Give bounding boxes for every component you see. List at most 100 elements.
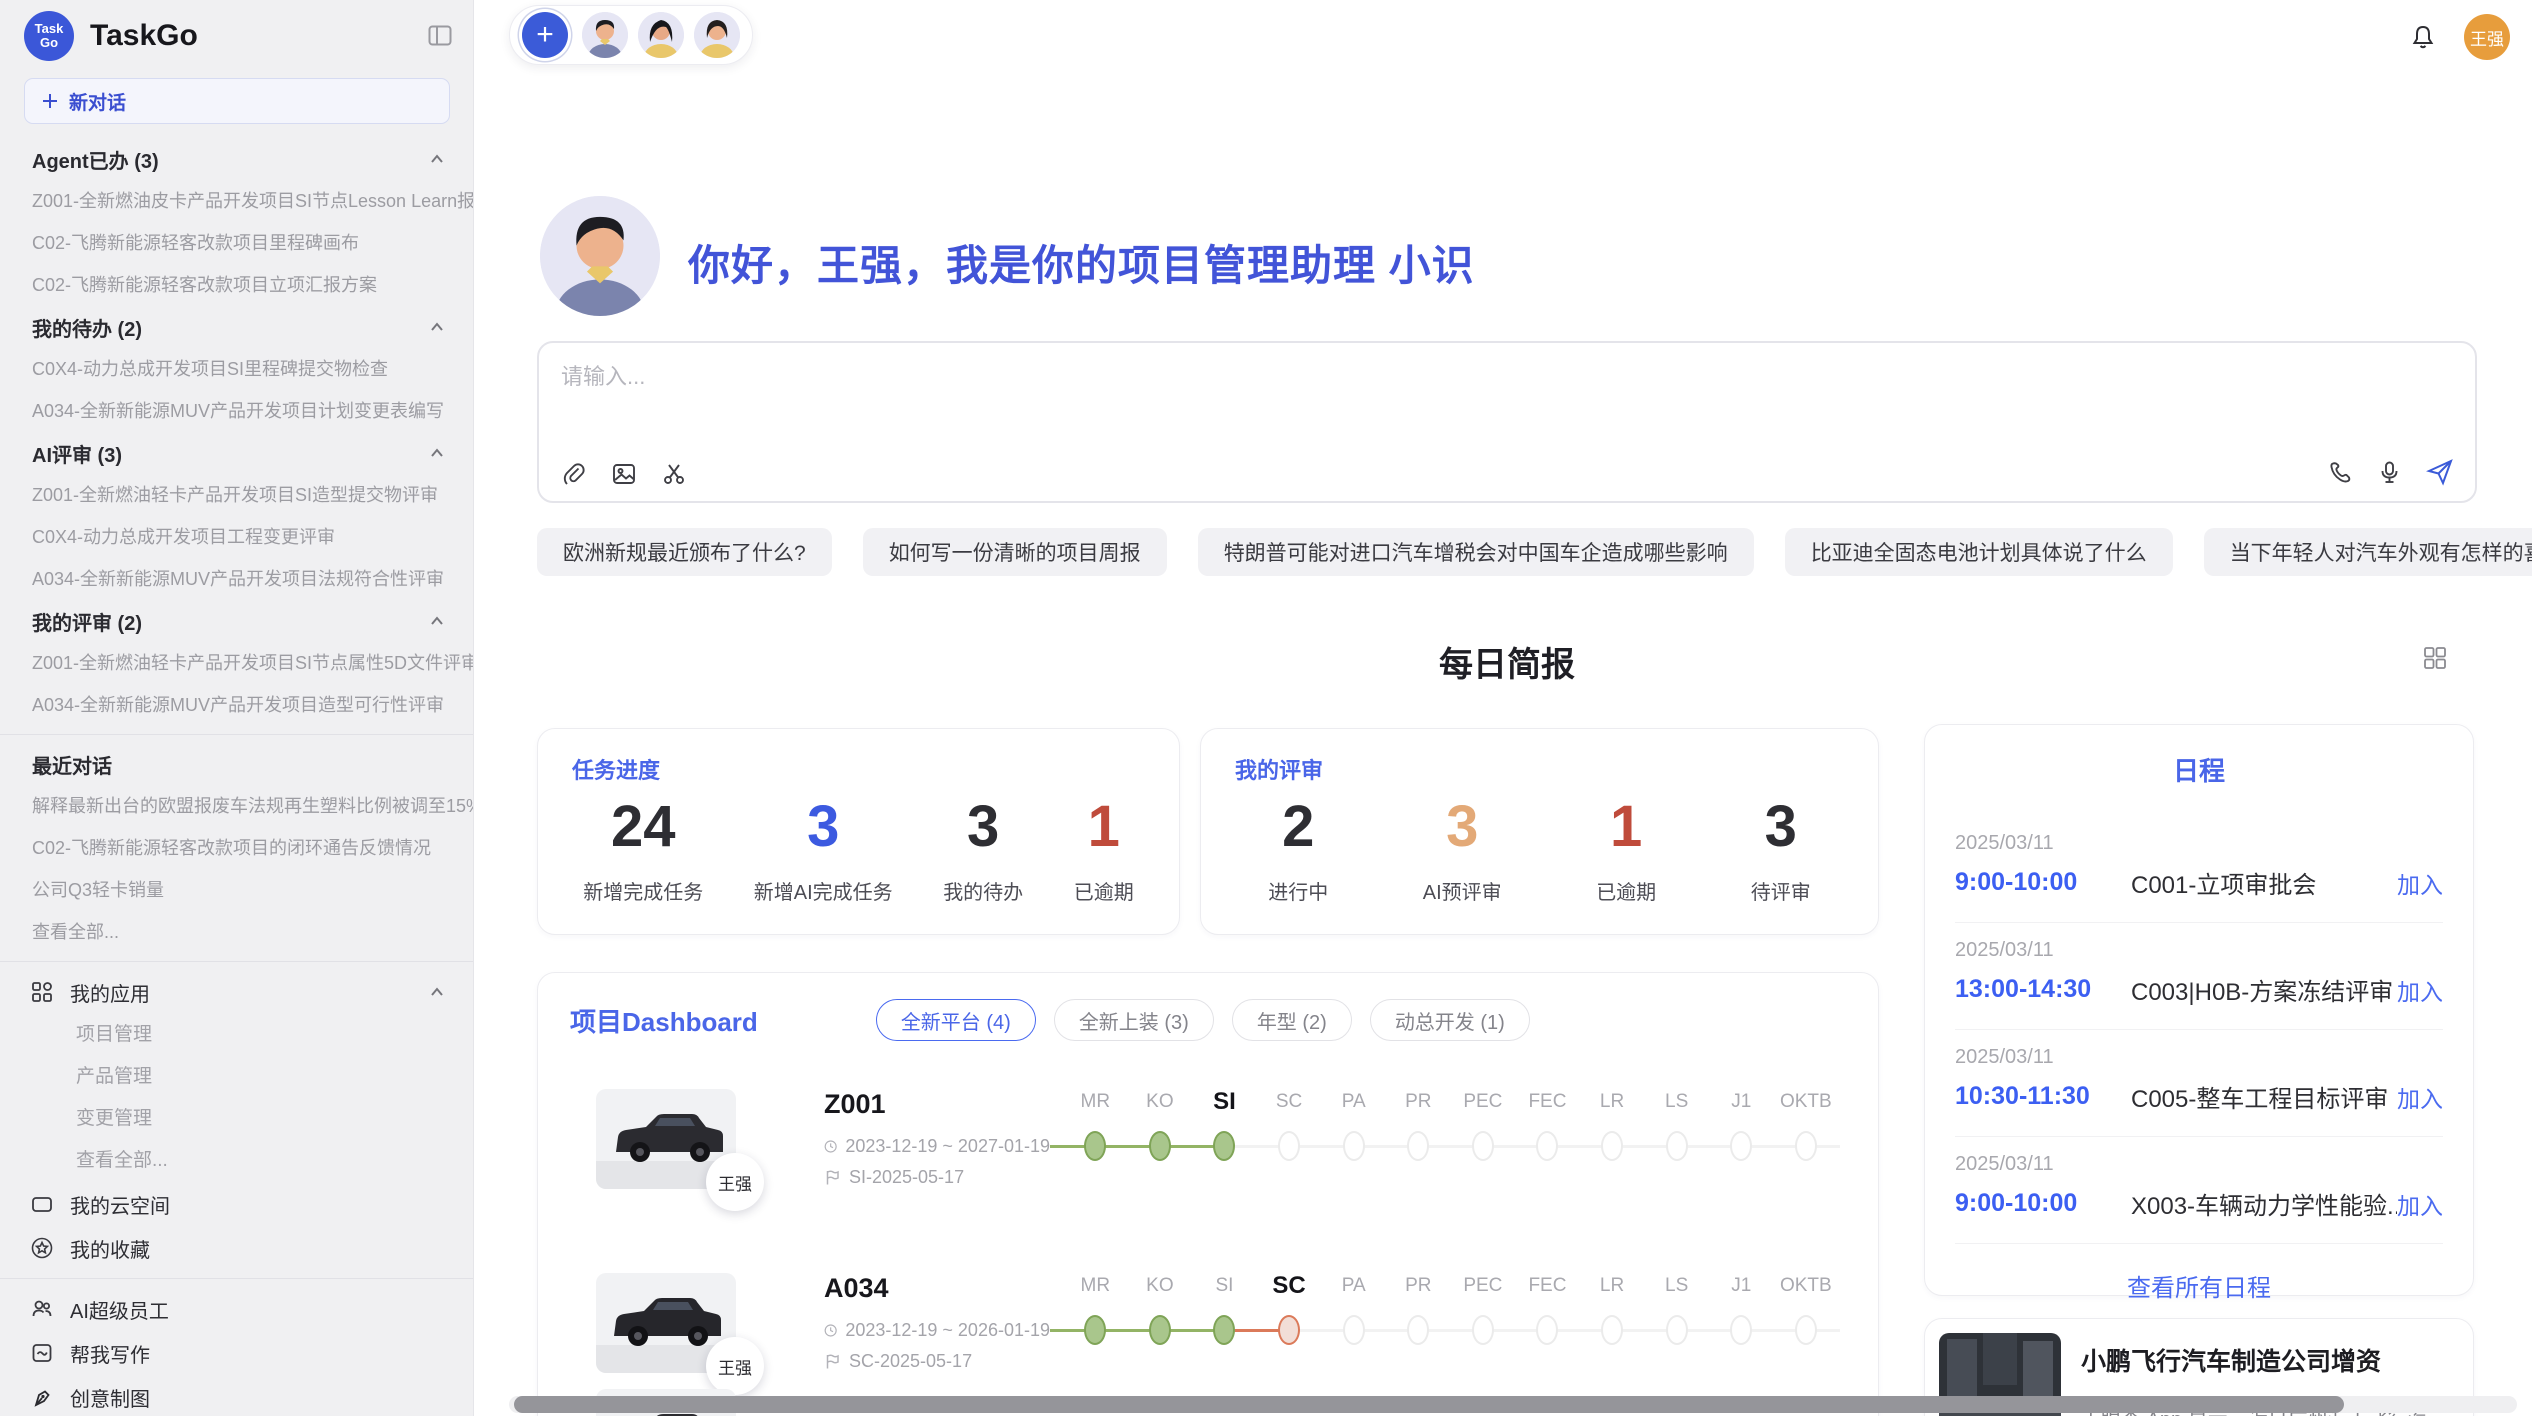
avatar[interactable]: [638, 12, 684, 58]
sidebar-item-creative-drawing[interactable]: 创意制图: [0, 1375, 473, 1416]
event-time: 10:30-11:30: [1955, 1082, 2131, 1111]
milestone-fec: FEC: [1515, 1273, 1580, 1383]
milestone-pec: PEC: [1451, 1273, 1516, 1383]
chat-input[interactable]: [561, 359, 2261, 439]
milestone-fec: FEC: [1515, 1089, 1580, 1199]
recent-chat-item[interactable]: 解释最新出台的欧盟报废车法规再生塑料比例被调至15%...: [0, 785, 473, 827]
new-chat-button[interactable]: 新对话: [24, 78, 450, 124]
writing-icon: [30, 1341, 54, 1365]
creative-drawing-label: 创意制图: [70, 1383, 447, 1412]
stat-value: 1: [1074, 793, 1134, 860]
suggestion-chip[interactable]: 欧洲新规最近颁布了什么?: [537, 528, 832, 576]
filter-new-platform[interactable]: 全新平台 (4): [876, 999, 1036, 1041]
scrollbar-thumb[interactable]: [514, 1396, 2344, 1413]
sidebar-task-item[interactable]: Z001-全新燃油皮卡产品开发项目SI节点Lesson Learn报告: [0, 180, 473, 222]
horizontal-scrollbar[interactable]: [509, 1396, 2517, 1413]
filter-new-body[interactable]: 全新上装 (3): [1054, 999, 1214, 1041]
section-my-review[interactable]: 我的评审 (2): [0, 600, 473, 642]
project-image: 王强: [596, 1089, 736, 1189]
microphone-icon[interactable]: [2376, 459, 2403, 486]
filter-powertrain[interactable]: 动总开发 (1): [1370, 999, 1530, 1041]
milestone-oktb: OKTB: [1774, 1089, 1839, 1199]
app-item-project-mgmt[interactable]: 项目管理: [0, 1014, 473, 1056]
people-icon: [30, 1297, 54, 1321]
flag-icon: [824, 1169, 841, 1186]
scissors-icon[interactable]: [661, 461, 687, 487]
dashboard-filters: 全新平台 (4) 全新上装 (3) 年型 (2) 动总开发 (1): [876, 999, 1530, 1041]
voice-call-icon[interactable]: [2327, 459, 2354, 486]
app-item-change-mgmt[interactable]: 变更管理: [0, 1098, 473, 1140]
chat-send-tools: [2327, 457, 2455, 487]
greeting-text: 你好，王强，我是你的项目管理助理 小识: [688, 232, 1475, 293]
recent-chat-view-all[interactable]: 查看全部...: [0, 911, 473, 953]
logo-text-bottom: Go: [40, 36, 58, 50]
send-icon[interactable]: [2425, 457, 2455, 487]
suggestion-chip[interactable]: 当下年轻人对汽车外观有怎样的喜好趋势: [2204, 528, 2532, 576]
sidebar-task-item[interactable]: A034-全新新能源MUV产品开发项目造型可行性评审: [0, 684, 473, 726]
sidebar-task-item[interactable]: Z001-全新燃油轻卡产品开发项目SI节点属性5D文件评审: [0, 642, 473, 684]
sidebar-task-item[interactable]: C0X4-动力总成开发项目工程变更评审: [0, 516, 473, 558]
sidebar-item-help-me-write[interactable]: 帮我写作: [0, 1331, 473, 1375]
sidebar-task-item[interactable]: C02-飞腾新能源轻客改款项目立项汇报方案: [0, 264, 473, 306]
sidebar-collapse-icon[interactable]: [427, 23, 453, 49]
project-dashboard-card: 项目Dashboard 全新平台 (4) 全新上装 (3) 年型 (2) 动总开…: [537, 972, 1879, 1416]
sidebar-item-ai-super-staff[interactable]: AI超级员工: [0, 1287, 473, 1331]
event-date: 2025/03/11: [1955, 939, 2443, 962]
recent-chat-item[interactable]: C02-飞腾新能源轻客改款项目的闭环通告反馈情况: [0, 827, 473, 869]
project-row[interactable]: 王强 A034 2023-12-19 ~ 2026-01-19 SC-2025-…: [596, 1273, 1846, 1383]
plus-icon: [41, 92, 59, 110]
stat-review-overdue: 1 已逾期: [1596, 793, 1656, 905]
sidebar-task-item[interactable]: C0X4-动力总成开发项目SI里程碑提交物检查: [0, 348, 473, 390]
suggestion-chip[interactable]: 如何写一份清晰的项目周报: [863, 528, 1167, 576]
app-item-product-mgmt[interactable]: 产品管理: [0, 1056, 473, 1098]
sidebar-item-favorites[interactable]: 我的收藏: [0, 1226, 473, 1270]
user-avatar[interactable]: 王强: [2464, 14, 2510, 60]
app-item-view-all[interactable]: 查看全部...: [0, 1140, 473, 1182]
favorites-label: 我的收藏: [70, 1234, 447, 1263]
milestone-pa: PA: [1321, 1089, 1386, 1199]
join-button[interactable]: 加入: [2397, 1080, 2443, 1114]
project-code: Z001: [824, 1089, 1050, 1120]
sidebar-task-item[interactable]: A034-全新新能源MUV产品开发项目法规符合性评审: [0, 558, 473, 600]
milestone-track: MRKOSISCPAPRPECFECLRLSJ1OKTB: [1050, 1089, 1846, 1199]
news-title: 小鹏飞行汽车制造公司增资: [2081, 1345, 2444, 1379]
join-button[interactable]: 加入: [2397, 973, 2443, 1007]
stat-my-todo: 3 我的待办: [943, 793, 1023, 905]
recent-chat-item[interactable]: 公司Q3轻卡销量: [0, 869, 473, 911]
suggestion-chip[interactable]: 特朗普可能对进口汽车增税会对中国车企造成哪些影响: [1198, 528, 1754, 576]
filter-model-year[interactable]: 年型 (2): [1232, 999, 1352, 1041]
section-my-todo[interactable]: 我的待办 (2): [0, 306, 473, 348]
layout-grid-icon[interactable]: [2422, 645, 2448, 671]
sidebar-task-item[interactable]: A034-全新新能源MUV产品开发项目计划变更表编写: [0, 390, 473, 432]
avatar[interactable]: [694, 12, 740, 58]
project-dates: 2023-12-19 ~ 2027-01-19: [824, 1136, 1050, 1157]
image-upload-icon[interactable]: [611, 461, 637, 487]
divider: [0, 734, 473, 735]
cloud-space-label: 我的云空间: [70, 1190, 447, 1219]
add-conversation-button[interactable]: +: [522, 12, 568, 58]
project-owner-badge: 王强: [706, 1337, 764, 1395]
milestone-j1: J1: [1709, 1273, 1774, 1383]
sidebar-task-item[interactable]: C02-飞腾新能源轻客改款项目里程碑画布: [0, 222, 473, 264]
divider: [0, 1278, 473, 1279]
join-button[interactable]: 加入: [2397, 1187, 2443, 1221]
avatar[interactable]: [582, 12, 628, 58]
attachment-icon[interactable]: [561, 461, 587, 487]
sidebar-task-item[interactable]: Z001-全新燃油轻卡产品开发项目SI造型提交物评审: [0, 474, 473, 516]
stat-value: 1: [1596, 793, 1656, 860]
stat-in-progress: 2 进行中: [1268, 793, 1328, 905]
notification-bell-icon[interactable]: [2408, 22, 2438, 52]
join-button[interactable]: 加入: [2397, 866, 2443, 900]
chevron-up-icon: [427, 443, 447, 463]
sidebar-item-cloud-space[interactable]: 我的云空间: [0, 1182, 473, 1226]
section-agent-done[interactable]: Agent已办 (3): [0, 138, 473, 180]
suggestion-chip[interactable]: 比亚迪全固态电池计划具体说了什么: [1785, 528, 2173, 576]
section-ai-review[interactable]: AI评审 (3): [0, 432, 473, 474]
sidebar-item-my-apps[interactable]: 我的应用: [0, 970, 473, 1014]
chevron-up-icon: [427, 611, 447, 631]
view-all-schedule-link[interactable]: 查看所有日程: [2127, 1268, 2271, 1303]
event-title: C001-立项审批会: [2131, 865, 2397, 900]
project-row[interactable]: 王强 Z001 2023-12-19 ~ 2027-01-19 SI-2025-…: [596, 1089, 1846, 1199]
logo-text-top: Task: [35, 22, 64, 36]
milestone-ko: KO: [1128, 1089, 1193, 1199]
